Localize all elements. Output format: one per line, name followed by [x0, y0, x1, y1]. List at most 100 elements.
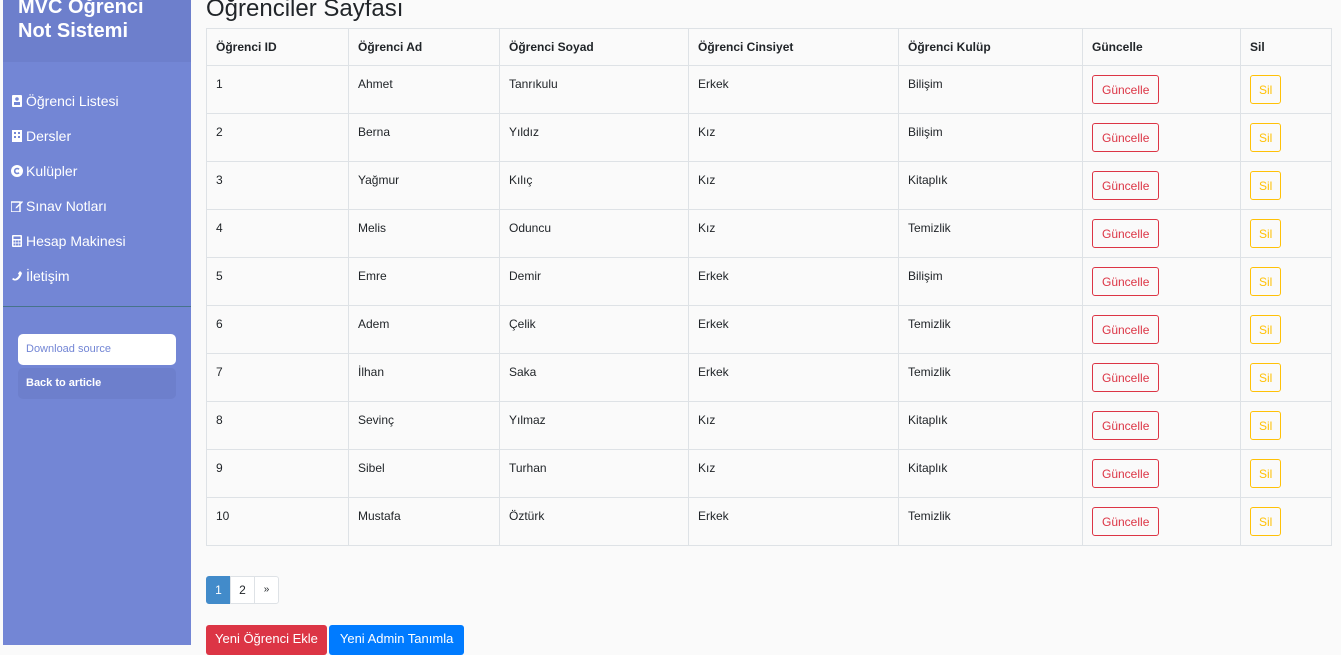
student-surname-cell: Yıldız: [499, 113, 689, 162]
delete-button[interactable]: Sil: [1250, 459, 1282, 488]
delete-button[interactable]: Sil: [1250, 123, 1282, 152]
student-name-cell: Emre: [348, 257, 500, 306]
table-row: 2 Berna Yıldız Kız Bilişim Güncelle Sil: [206, 113, 1332, 162]
delete-cell: Sil: [1240, 257, 1332, 306]
student-gender-cell: Kız: [688, 401, 899, 450]
update-button[interactable]: Güncelle: [1092, 411, 1160, 440]
sidebar-item-label: İletişim: [26, 267, 70, 284]
delete-cell: Sil: [1240, 113, 1332, 162]
update-button[interactable]: Güncelle: [1092, 363, 1160, 392]
student-id-cell: 5: [206, 257, 349, 306]
address-card-icon: [11, 94, 23, 107]
update-button[interactable]: Güncelle: [1092, 75, 1160, 104]
student-id-cell: 3: [206, 161, 349, 210]
student-gender-cell: Kız: [688, 113, 899, 162]
delete-cell: Sil: [1240, 497, 1332, 546]
update-cell: Güncelle: [1082, 305, 1241, 354]
student-club-cell: Temizlik: [898, 305, 1083, 354]
sidebar-item-kulupler[interactable]: Kulüpler: [3, 153, 191, 188]
action-buttons: Yeni Öğrenci Ekle Yeni Admin Tanımla: [206, 625, 465, 655]
add-student-button[interactable]: Yeni Öğrenci Ekle: [206, 625, 327, 655]
add-admin-button[interactable]: Yeni Admin Tanımla: [328, 625, 465, 655]
calculator-icon: [11, 234, 23, 247]
student-surname-cell: Turhan: [499, 449, 689, 498]
update-cell: Güncelle: [1082, 209, 1241, 258]
delete-button[interactable]: Sil: [1250, 315, 1282, 344]
delete-cell: Sil: [1240, 449, 1332, 498]
student-id-cell: 4: [206, 209, 349, 258]
student-club-cell: Kitaplık: [898, 161, 1083, 210]
table-row: 8 Sevinç Yılmaz Kız Kitaplık Güncelle Sil: [206, 401, 1332, 450]
student-club-cell: Temizlik: [898, 209, 1083, 258]
table-row: 9 Sibel Turhan Kız Kitaplık Güncelle Sil: [206, 449, 1332, 498]
back-to-article-button[interactable]: Back to article: [18, 368, 176, 399]
sidebar-item-ogrenci-listesi[interactable]: Öğrenci Listesi: [3, 83, 191, 118]
sidebar-item-sinav-notlari[interactable]: Sınav Notları: [3, 188, 191, 223]
table-row: 10 Mustafa Öztürk Erkek Temizlik Güncelle Sil: [206, 497, 1332, 546]
delete-button[interactable]: Sil: [1250, 267, 1282, 296]
sidebar-item-hesap-makinesi[interactable]: Hesap Makinesi: [3, 223, 191, 258]
student-club-cell: Kitaplık: [898, 449, 1083, 498]
student-name-cell: İlhan: [348, 353, 500, 402]
update-cell: Güncelle: [1082, 449, 1241, 498]
student-surname-cell: Saka: [499, 353, 689, 402]
column-header: Öğrenci Ad: [348, 28, 500, 66]
update-button[interactable]: Güncelle: [1092, 171, 1160, 200]
update-button[interactable]: Güncelle: [1092, 507, 1160, 536]
delete-cell: Sil: [1240, 353, 1332, 402]
delete-button[interactable]: Sil: [1250, 363, 1282, 392]
student-club-cell: Bilişim: [898, 113, 1083, 162]
page-1-link[interactable]: 1: [206, 576, 231, 604]
student-club-cell: Kitaplık: [898, 401, 1083, 450]
sidebar-header: MVC Öğrenci Not Sistemi: [3, 0, 191, 62]
table-row: 4 Melis Oduncu Kız Temizlik Güncelle Sil: [206, 209, 1332, 258]
update-button[interactable]: Güncelle: [1092, 219, 1160, 248]
pagination: 1 2 »: [206, 576, 279, 604]
student-name-cell: Ahmet: [348, 65, 500, 114]
update-button[interactable]: Güncelle: [1092, 123, 1160, 152]
sidebar-item-dersler[interactable]: Dersler: [3, 118, 191, 153]
update-cell: Güncelle: [1082, 161, 1241, 210]
student-name-cell: Mustafa: [348, 497, 500, 546]
update-cell: Güncelle: [1082, 113, 1241, 162]
student-name-cell: Adem: [348, 305, 500, 354]
student-club-cell: Temizlik: [898, 497, 1083, 546]
student-name-cell: Melis: [348, 209, 500, 258]
student-id-cell: 8: [206, 401, 349, 450]
column-header: Öğrenci Cinsiyet: [688, 28, 899, 66]
update-button[interactable]: Güncelle: [1092, 459, 1160, 488]
delete-cell: Sil: [1240, 209, 1332, 258]
next-page-link[interactable]: »: [254, 576, 279, 604]
update-cell: Güncelle: [1082, 65, 1241, 114]
delete-button[interactable]: Sil: [1250, 219, 1282, 248]
table-row: 6 Adem Çelik Erkek Temizlik Güncelle Sil: [206, 305, 1332, 354]
edit-icon: [11, 200, 23, 212]
update-button[interactable]: Güncelle: [1092, 315, 1160, 344]
student-surname-cell: Öztürk: [499, 497, 689, 546]
student-club-cell: Bilişim: [898, 257, 1083, 306]
column-header: Sil: [1240, 28, 1332, 66]
column-header: Güncelle: [1082, 28, 1241, 66]
table-row: 7 İlhan Saka Erkek Temizlik Güncelle Sil: [206, 353, 1332, 402]
student-id-cell: 6: [206, 305, 349, 354]
student-surname-cell: Çelik: [499, 305, 689, 354]
student-name-cell: Berna: [348, 113, 500, 162]
delete-button[interactable]: Sil: [1250, 75, 1282, 104]
download-source-button[interactable]: Download source: [18, 334, 176, 365]
student-name-cell: Yağmur: [348, 161, 500, 210]
delete-button[interactable]: Sil: [1250, 411, 1282, 440]
delete-cell: Sil: [1240, 161, 1332, 210]
delete-button[interactable]: Sil: [1250, 171, 1282, 200]
student-gender-cell: Erkek: [688, 497, 899, 546]
delete-button[interactable]: Sil: [1250, 507, 1282, 536]
student-gender-cell: Erkek: [688, 65, 899, 114]
student-gender-cell: Kız: [688, 209, 899, 258]
table-row: 1 Ahmet Tanrıkulu Erkek Bilişim Güncelle Sil: [206, 65, 1332, 114]
sidebar-item-iletisim[interactable]: İletişim: [3, 258, 191, 293]
student-surname-cell: Yılmaz: [499, 401, 689, 450]
page-2-link[interactable]: 2: [230, 576, 255, 604]
building-icon: [11, 129, 23, 142]
sidebar-item-label: Kulüpler: [26, 162, 78, 179]
update-button[interactable]: Güncelle: [1092, 267, 1160, 296]
student-gender-cell: Kız: [688, 449, 899, 498]
